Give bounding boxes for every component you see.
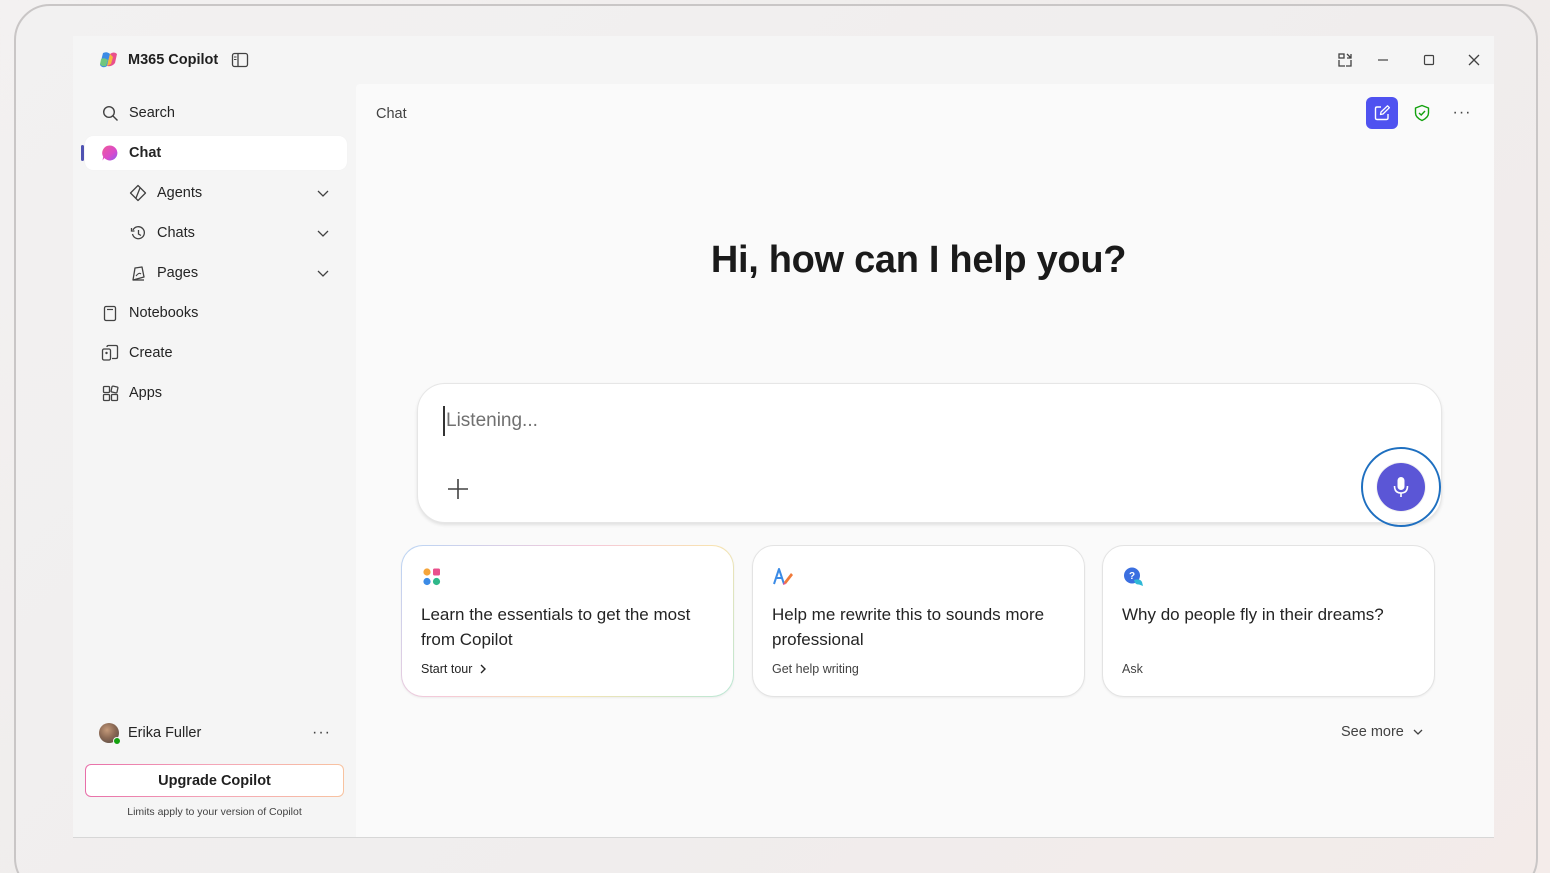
add-attachment-button[interactable]: [445, 476, 471, 502]
suggestion-card-tour[interactable]: Learn the essentials to get the most fro…: [401, 545, 734, 697]
apps-grid-icon: [101, 384, 119, 402]
user-name: Erika Fuller: [128, 725, 202, 741]
sidebar-item-label: Apps: [129, 385, 163, 401]
maximize-button[interactable]: [1419, 50, 1439, 70]
sidebar-item-search[interactable]: Search: [85, 96, 347, 130]
see-more-button[interactable]: See more: [1341, 724, 1424, 740]
writing-icon: [773, 568, 793, 585]
sidebar-toggle-icon[interactable]: [231, 51, 249, 69]
chevron-right-icon: [480, 664, 487, 674]
agents-icon: [129, 184, 147, 202]
close-button[interactable]: [1464, 50, 1484, 70]
sidebar-item-notebooks[interactable]: Notebooks: [85, 296, 347, 330]
greeting-heading: Hi, how can I help you?: [710, 239, 1127, 281]
maximize-icon: [1423, 54, 1435, 66]
plus-icon: [448, 479, 468, 499]
page-title: Chat: [376, 106, 407, 122]
close-icon: [1468, 54, 1480, 66]
search-icon: [101, 104, 119, 122]
sidebar-item-label: Chats: [157, 225, 195, 241]
minimize-button[interactable]: [1373, 50, 1393, 70]
upgrade-copilot-button[interactable]: Upgrade Copilot: [85, 764, 344, 797]
chevron-down-icon[interactable]: [315, 185, 331, 201]
microphone-icon: [1393, 477, 1409, 497]
chevron-down-icon[interactable]: [315, 225, 331, 241]
limits-note: Limits apply to your version of Copilot: [127, 806, 302, 818]
new-chat-button[interactable]: [1366, 97, 1398, 129]
sidebar: Search Chat Agents Chats Pages Notebooks…: [73, 84, 355, 837]
minimize-icon: [1378, 59, 1388, 61]
microphone-button[interactable]: [1377, 463, 1425, 511]
suggestion-card-rewrite[interactable]: Help me rewrite this to sounds more prof…: [752, 545, 1085, 697]
card-text: Help me rewrite this to sounds more prof…: [772, 605, 1045, 649]
card-action-label: Start tour: [421, 662, 473, 676]
more-options-button[interactable]: ···: [1446, 97, 1478, 129]
copilot-logo-icon: [100, 52, 117, 68]
sidebar-item-chats[interactable]: Chats: [85, 216, 347, 250]
chat-input[interactable]: [443, 406, 1323, 436]
svg-text:?: ?: [1129, 571, 1135, 582]
sidebar-item-label: Agents: [157, 185, 203, 201]
snap-layout-button[interactable]: [1335, 50, 1355, 70]
chevron-down-icon: [1413, 729, 1423, 735]
sidebar-item-label: Create: [129, 345, 173, 361]
app-title: M365 Copilot: [128, 52, 219, 68]
presence-badge: [113, 737, 121, 745]
copilot-chat-icon: [101, 144, 119, 162]
see-more-label: See more: [1341, 724, 1404, 740]
main-pane: Chat ··· Hi, how can I help you? Listeni…: [356, 84, 1494, 837]
avatar: [99, 723, 121, 745]
chevron-down-icon[interactable]: [315, 265, 331, 281]
title-bar: M365 Copilot: [73, 36, 1494, 84]
question-bubble-icon: ?: [1124, 567, 1143, 586]
history-icon: [129, 224, 147, 242]
pages-icon: [129, 264, 147, 282]
apps-dots-icon: [423, 568, 441, 586]
protection-button[interactable]: [1406, 97, 1438, 129]
sidebar-item-pages[interactable]: Pages: [85, 256, 347, 290]
sidebar-item-label: Search: [129, 105, 175, 121]
card-text: Why do people fly in their dreams?: [1122, 605, 1384, 624]
chat-composer: [417, 383, 1442, 527]
app-window: M365 Copilot Search Chat Agents Chats Pa…: [73, 36, 1494, 838]
new-chat-icon: [1374, 105, 1391, 121]
card-action[interactable]: Ask: [1122, 662, 1143, 676]
sidebar-item-label: Notebooks: [129, 305, 199, 321]
sidebar-item-apps[interactable]: Apps: [85, 376, 347, 410]
shield-check-icon: [1414, 104, 1430, 122]
sidebar-item-label: Chat: [129, 145, 162, 161]
mic-focus-ring: [1361, 447, 1441, 527]
card-action[interactable]: Start tour: [421, 662, 489, 676]
snap-layout-icon: [1338, 53, 1352, 67]
create-icon: [101, 344, 119, 362]
more-options-icon[interactable]: ···: [312, 724, 331, 742]
active-indicator: [81, 145, 84, 161]
suggestion-card-ask[interactable]: ? Why do people fly in their dreams? Ask: [1102, 545, 1435, 697]
card-text: Learn the essentials to get the most fro…: [421, 605, 691, 649]
notebook-icon: [101, 304, 119, 322]
sidebar-item-chat[interactable]: Chat: [81, 136, 347, 170]
sidebar-item-create[interactable]: Create: [85, 336, 347, 370]
sidebar-item-label: Pages: [157, 265, 199, 281]
user-profile[interactable]: Erika Fuller ···: [85, 716, 347, 750]
card-action[interactable]: Get help writing: [772, 662, 859, 676]
sidebar-item-agents[interactable]: Agents: [85, 176, 347, 210]
